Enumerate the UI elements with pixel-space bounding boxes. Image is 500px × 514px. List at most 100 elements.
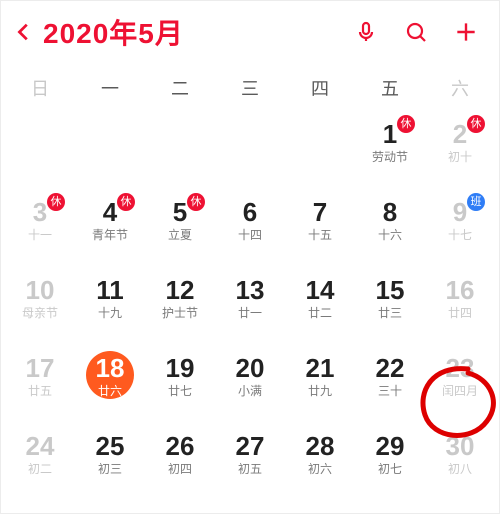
day-subtitle: 小满 bbox=[238, 385, 262, 397]
calendar-row: 3 十一 休 4青年节休 5 立夏 休 6 十四 7 十五 8 十六 9十七班 bbox=[5, 191, 495, 269]
day-cell[interactable]: 2 初十 休 bbox=[425, 113, 495, 191]
chevron-left-icon bbox=[13, 21, 35, 43]
day-subtitle: 劳动节 bbox=[372, 151, 408, 163]
empty-cell bbox=[285, 113, 355, 191]
month-title[interactable]: 2020年5月 bbox=[43, 12, 184, 52]
day-subtitle: 廿一 bbox=[238, 307, 262, 319]
day-subtitle: 廿六 bbox=[98, 385, 122, 397]
day-cell[interactable]: 13 廿一 bbox=[215, 269, 285, 347]
day-number: 10 bbox=[26, 277, 55, 303]
day-cell[interactable]: 15廿三 bbox=[355, 269, 425, 347]
day-cell[interactable]: 20小满 bbox=[215, 347, 285, 425]
day-cell[interactable]: 1 劳动节 休 bbox=[355, 113, 425, 191]
day-number: 24 bbox=[26, 433, 55, 459]
weekday-header: 日 一 二 三 四 五 六 bbox=[1, 63, 499, 113]
day-number: 5 bbox=[173, 199, 187, 225]
day-subtitle: 初十 bbox=[448, 151, 472, 163]
day-number: 22 bbox=[376, 355, 405, 381]
day-subtitle: 初七 bbox=[378, 463, 402, 475]
day-number: 25 bbox=[96, 433, 125, 459]
day-cell[interactable]: 27初五 bbox=[215, 425, 285, 503]
day-cell[interactable]: 12 护士节 bbox=[145, 269, 215, 347]
day-cell[interactable]: 8 十六 bbox=[355, 191, 425, 269]
empty-cell bbox=[75, 113, 145, 191]
day-cell[interactable]: 17廿五 bbox=[5, 347, 75, 425]
add-button[interactable] bbox=[447, 13, 485, 51]
day-number: 19 bbox=[166, 355, 195, 381]
day-cell[interactable]: 22 三十 bbox=[355, 347, 425, 425]
day-cell[interactable]: 7 十五 bbox=[285, 191, 355, 269]
day-cell[interactable]: 6 十四 bbox=[215, 191, 285, 269]
day-cell[interactable]: 24初二 bbox=[5, 425, 75, 503]
day-number: 4 bbox=[103, 199, 117, 225]
holiday-badge: 休 bbox=[467, 115, 485, 133]
day-number: 12 bbox=[166, 277, 195, 303]
day-subtitle: 初五 bbox=[238, 463, 262, 475]
calendar-row: 1劳动节休2初十休 bbox=[5, 113, 495, 191]
holiday-badge: 休 bbox=[397, 115, 415, 133]
day-subtitle: 十五 bbox=[308, 229, 332, 241]
day-cell[interactable]: 11 十九 bbox=[75, 269, 145, 347]
day-subtitle: 闰四月 bbox=[442, 385, 478, 397]
day-cell[interactable]: 28 初六 bbox=[285, 425, 355, 503]
day-cell[interactable]: 25初三 bbox=[75, 425, 145, 503]
day-number: 7 bbox=[313, 199, 327, 225]
day-number: 2 bbox=[453, 121, 467, 147]
day-number: 13 bbox=[236, 277, 265, 303]
holiday-badge: 休 bbox=[187, 193, 205, 211]
day-subtitle: 廿七 bbox=[168, 385, 192, 397]
day-cell[interactable]: 9十七班 bbox=[425, 191, 495, 269]
day-cell[interactable]: 21廿九 bbox=[285, 347, 355, 425]
day-cell[interactable]: 16廿四 bbox=[425, 269, 495, 347]
voice-button[interactable] bbox=[347, 13, 385, 51]
search-button[interactable] bbox=[397, 13, 435, 51]
day-cell[interactable]: 3 十一 休 bbox=[5, 191, 75, 269]
weekday-label: 三 bbox=[215, 75, 285, 101]
day-subtitle: 十六 bbox=[378, 229, 402, 241]
day-subtitle: 十四 bbox=[238, 229, 262, 241]
day-cell[interactable]: 4青年节休 bbox=[75, 191, 145, 269]
workday-badge: 班 bbox=[467, 193, 485, 211]
day-cell[interactable]: 30初八 bbox=[425, 425, 495, 503]
day-cell[interactable]: 26 初四 bbox=[145, 425, 215, 503]
day-subtitle: 廿五 bbox=[28, 385, 52, 397]
day-cell[interactable]: 18廿六 bbox=[75, 347, 145, 425]
calendar-row: 10 母亲节 11 十九 12 护士节 13 廿一 14廿二15廿三16廿四 bbox=[5, 269, 495, 347]
day-number: 26 bbox=[166, 433, 195, 459]
day-subtitle: 三十 bbox=[378, 385, 402, 397]
day-number: 9 bbox=[453, 199, 467, 225]
day-cell[interactable]: 10 母亲节 bbox=[5, 269, 75, 347]
day-subtitle: 十一 bbox=[28, 229, 52, 241]
day-subtitle: 母亲节 bbox=[22, 307, 58, 319]
day-number: 6 bbox=[243, 199, 257, 225]
day-cell[interactable]: 14廿二 bbox=[285, 269, 355, 347]
calendar-grid: 1劳动节休2初十休3十一休4青年节休5立夏休6十四7十五8十六9十七班10母亲节… bbox=[1, 113, 499, 503]
day-number: 1 bbox=[383, 121, 397, 147]
day-number: 11 bbox=[96, 277, 124, 303]
day-subtitle: 十九 bbox=[98, 307, 122, 319]
day-number: 28 bbox=[306, 433, 335, 459]
search-icon bbox=[404, 20, 428, 44]
weekday-label: 四 bbox=[285, 75, 355, 101]
day-subtitle: 初四 bbox=[168, 463, 192, 475]
day-cell[interactable]: 19 廿七 bbox=[145, 347, 215, 425]
empty-cell bbox=[5, 113, 75, 191]
day-cell[interactable]: 29初七 bbox=[355, 425, 425, 503]
empty-cell bbox=[145, 113, 215, 191]
weekday-label: 一 bbox=[75, 75, 145, 101]
weekday-label: 六 bbox=[425, 75, 495, 101]
day-number: 30 bbox=[446, 433, 475, 459]
day-number: 14 bbox=[306, 277, 335, 303]
day-number: 8 bbox=[383, 199, 397, 225]
day-number: 3 bbox=[33, 199, 47, 225]
holiday-badge: 休 bbox=[47, 193, 65, 211]
day-subtitle: 初六 bbox=[308, 463, 332, 475]
empty-cell bbox=[215, 113, 285, 191]
day-cell[interactable]: 23闰四月 bbox=[425, 347, 495, 425]
day-cell[interactable]: 5 立夏 休 bbox=[145, 191, 215, 269]
day-subtitle: 护士节 bbox=[162, 307, 198, 319]
back-button[interactable] bbox=[7, 15, 41, 49]
day-subtitle: 立夏 bbox=[168, 229, 192, 241]
day-subtitle: 廿三 bbox=[378, 307, 402, 319]
weekday-label: 二 bbox=[145, 75, 215, 101]
